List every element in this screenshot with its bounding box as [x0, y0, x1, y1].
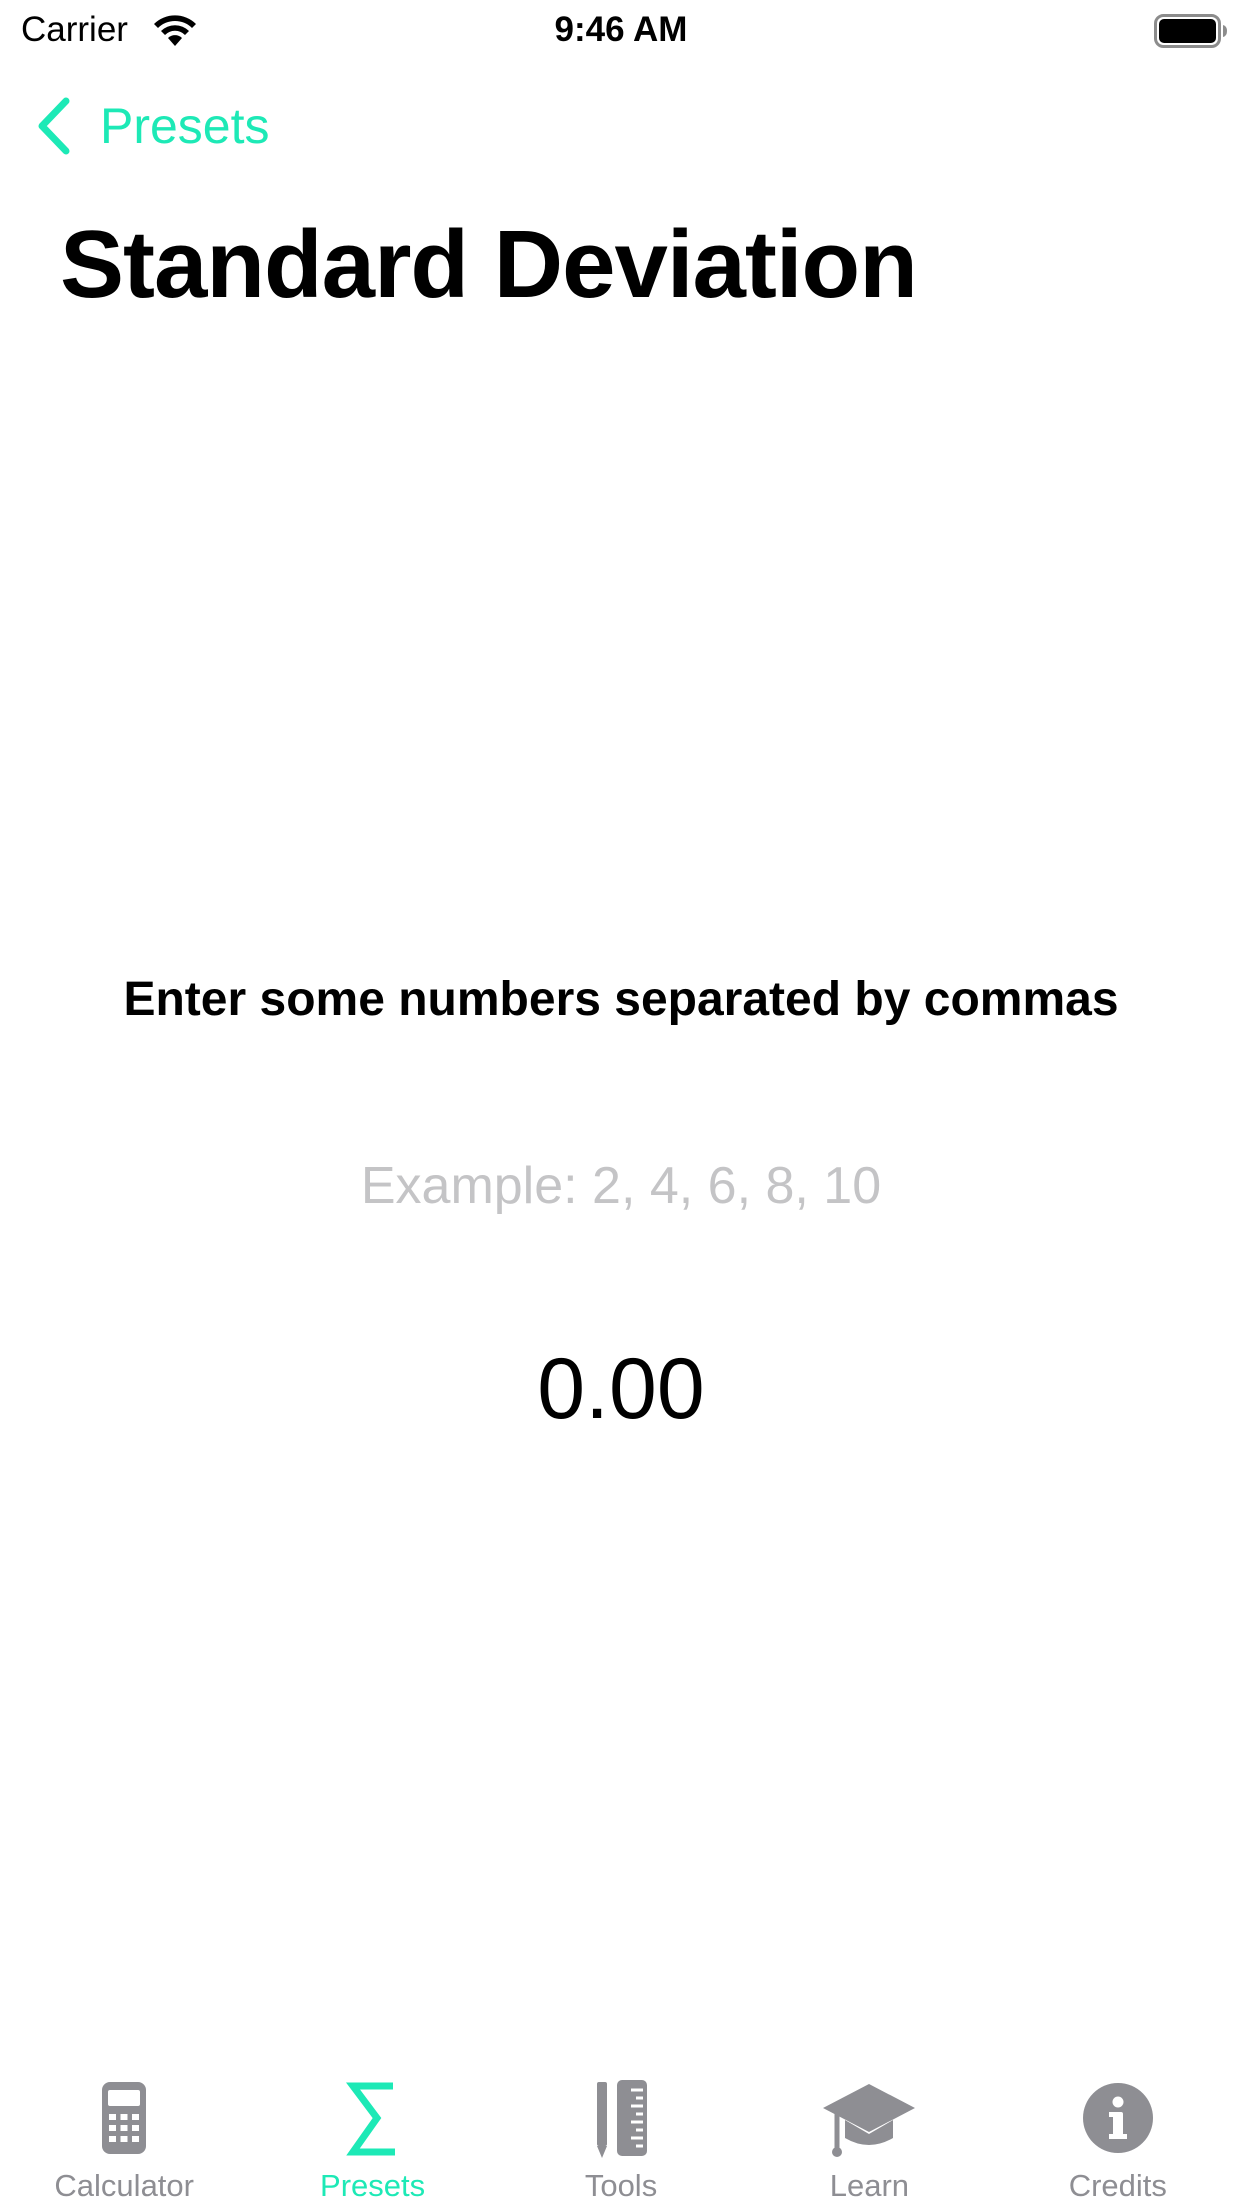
status-time: 9:46 AM — [554, 10, 688, 49]
back-button[interactable]: Presets — [36, 96, 270, 156]
tab-calculator[interactable]: Calculator — [0, 2068, 248, 2208]
instructions-label: Enter some numbers separated by commas — [123, 973, 1119, 1026]
tab-bar: Calculator Presets Tools Learn Credits — [0, 2068, 1242, 2208]
status-bar: Carrier 9:46 AM — [0, 0, 1242, 62]
page-title: Standard Deviation — [60, 211, 918, 318]
numbers-input[interactable] — [171, 1150, 1071, 1222]
tab-label: Learn — [829, 2168, 910, 2203]
result-value: 0.00 — [537, 1341, 705, 1437]
tab-presets[interactable]: Presets — [248, 2068, 496, 2208]
chevron-left-icon — [38, 97, 70, 155]
battery-icon — [1154, 14, 1227, 48]
info-icon — [1082, 2083, 1153, 2153]
graduation-cap-icon — [823, 2084, 916, 2157]
tab-label: Tools — [584, 2168, 658, 2203]
tab-label: Credits — [1068, 2168, 1167, 2203]
tab-tools[interactable]: Tools — [497, 2068, 745, 2208]
tab-label: Calculator — [54, 2168, 194, 2203]
ruler-pencil-icon — [597, 2080, 648, 2158]
sigma-icon — [345, 2082, 395, 2156]
calculator-icon — [102, 2082, 147, 2154]
tab-credits[interactable]: Credits — [994, 2068, 1242, 2208]
tab-learn[interactable]: Learn — [745, 2068, 993, 2208]
tab-label: Presets — [320, 2168, 426, 2203]
back-label: Presets — [100, 98, 270, 154]
app-screen: Carrier 9:46 AM Presets Standard Deviati… — [0, 0, 1242, 2208]
